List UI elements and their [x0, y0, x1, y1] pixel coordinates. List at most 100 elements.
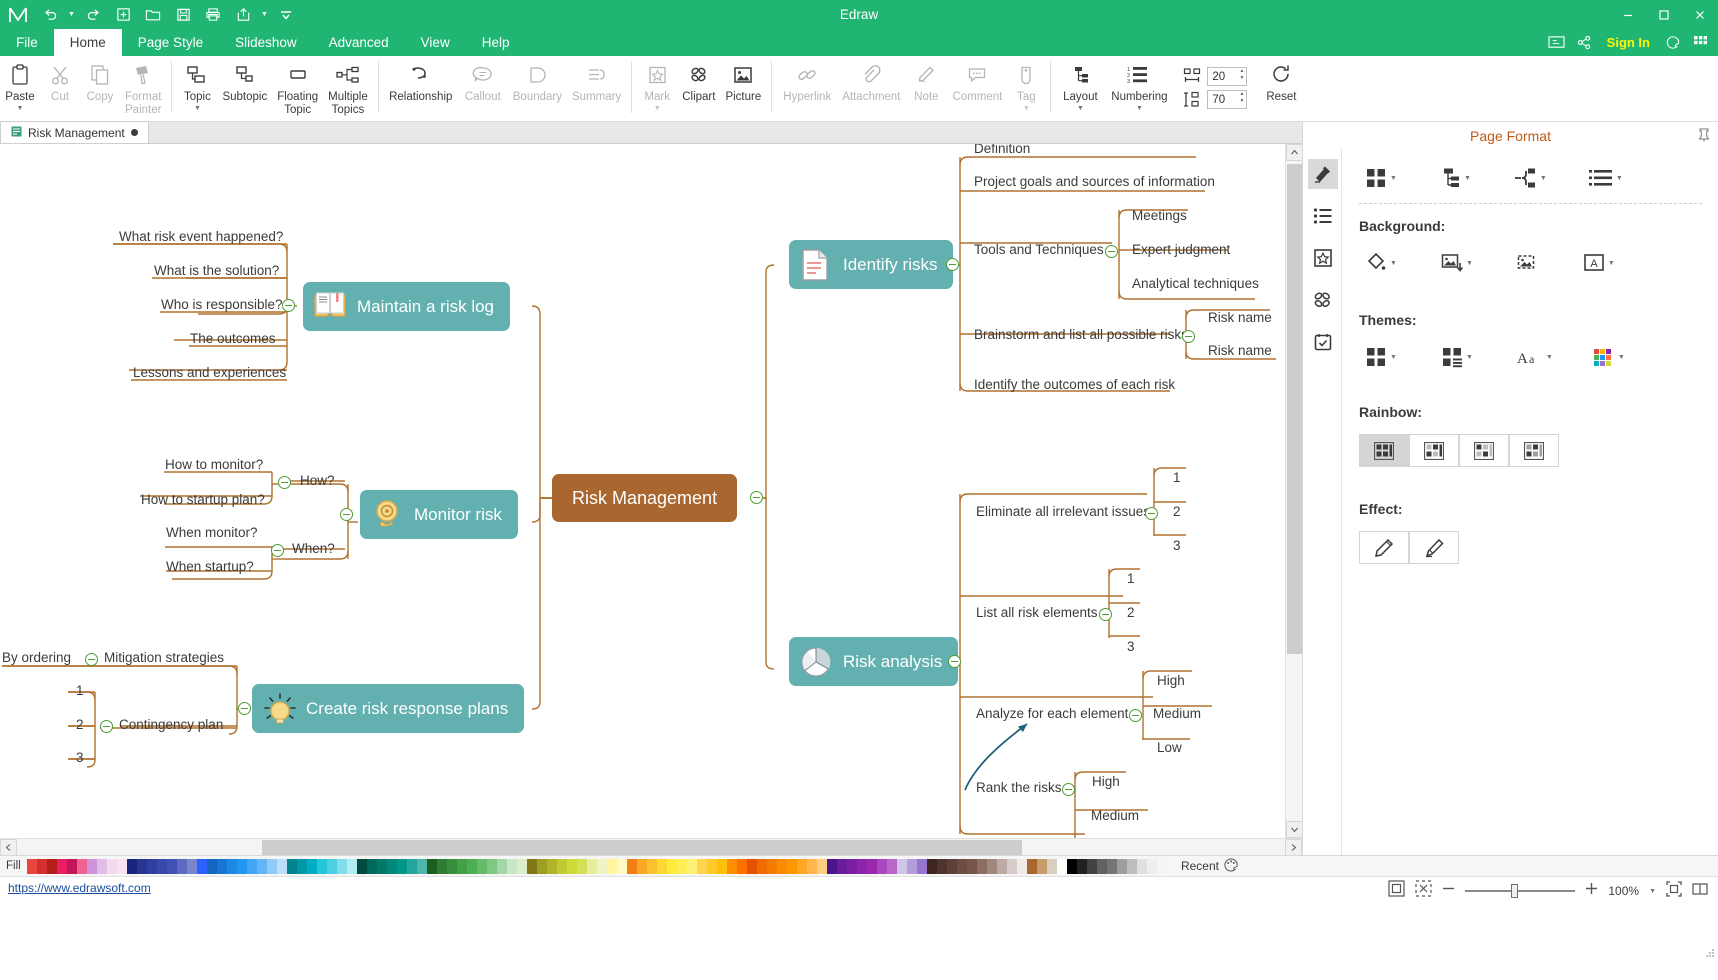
mindmap-leaf[interactable]: When startup? — [166, 559, 254, 574]
mindmap-leaf[interactable]: How? — [300, 473, 335, 488]
chevron-down-icon[interactable]: ▼ — [1618, 354, 1625, 361]
palette-color-swatch[interactable] — [507, 859, 517, 874]
boundary-button[interactable]: Boundary — [508, 59, 567, 117]
pin-icon[interactable] — [1698, 128, 1710, 145]
collapse-toggle-root-right[interactable] — [750, 491, 763, 504]
horizontal-scroll-thumb[interactable] — [262, 840, 1022, 855]
palette-color-swatch[interactable] — [787, 859, 797, 874]
collapse-toggle-rank-the-risks[interactable] — [1062, 783, 1075, 796]
recent-colors[interactable]: Recent — [1181, 858, 1718, 875]
mindmap-leaf[interactable]: Medium — [1153, 706, 1201, 721]
subtopic-button[interactable]: Subtopic — [217, 59, 272, 117]
mindmap-leaf[interactable]: Analytical techniques — [1132, 276, 1259, 291]
collapse-toggle-mitigation-strategies[interactable] — [85, 653, 98, 666]
palette-color-swatch[interactable] — [87, 859, 97, 874]
scroll-down-icon[interactable] — [1286, 821, 1303, 838]
chevron-down-icon[interactable]: ▼ — [1466, 354, 1473, 361]
mark-caret-icon[interactable]: ▼ — [654, 105, 661, 112]
mindmap-leaf[interactable]: 2 — [1173, 504, 1181, 519]
reset-button[interactable]: Reset — [1257, 59, 1305, 117]
mindmap-leaf[interactable]: Lessons and experiences — [133, 365, 286, 380]
palette-color-swatch[interactable] — [197, 859, 207, 874]
mindmap-leaf[interactable]: 1 — [1173, 470, 1181, 485]
palette-color-swatch[interactable] — [217, 859, 227, 874]
mindmap-leaf[interactable]: High — [1157, 673, 1185, 688]
mindmap-leaf[interactable]: The outcomes — [190, 331, 276, 346]
callout-button[interactable]: Callout — [458, 59, 508, 117]
picture-button[interactable]: Picture — [720, 59, 766, 117]
palette-color-swatch[interactable] — [777, 859, 787, 874]
present-icon[interactable] — [1545, 31, 1569, 55]
vertical-scroll-thumb[interactable] — [1287, 164, 1302, 654]
rail-mark-star-icon[interactable] — [1308, 243, 1338, 273]
copy-button[interactable]: Copy — [80, 59, 120, 117]
palette-color-swatch[interactable] — [1057, 859, 1067, 874]
connector-button[interactable]: ▼ — [1507, 163, 1553, 193]
tag-caret-icon[interactable]: ▼ — [1023, 105, 1030, 112]
zoom-level[interactable]: 100% — [1608, 884, 1639, 898]
palette-color-swatch[interactable] — [457, 859, 467, 874]
chevron-down-icon[interactable]: ▼ — [1464, 175, 1471, 182]
theme-icon[interactable] — [1661, 31, 1685, 55]
menu-item-file[interactable]: File — [0, 29, 54, 56]
share-icon[interactable] — [1572, 31, 1596, 55]
numbering-caret-icon[interactable]: ▼ — [1136, 105, 1143, 112]
palette-color-swatch[interactable] — [877, 859, 887, 874]
mindmap-leaf[interactable]: Expert judgment — [1132, 242, 1230, 257]
palette-color-swatch[interactable] — [477, 859, 487, 874]
minimize-icon[interactable] — [1610, 0, 1646, 29]
relationship-button[interactable]: Relationship — [384, 59, 458, 117]
collapse-toggle-maintain-risk-log[interactable] — [282, 299, 295, 312]
mindmap-leaf[interactable]: By ordering — [2, 650, 71, 665]
share-export-icon[interactable] — [229, 2, 257, 27]
palette-color-swatch[interactable] — [1157, 859, 1167, 874]
collapse-toggle-monitor-risk[interactable] — [340, 508, 353, 521]
palette-color-swatch[interactable] — [847, 859, 857, 874]
palette-color-swatch[interactable] — [27, 859, 37, 874]
palette-color-swatch[interactable] — [797, 859, 807, 874]
focus-icon[interactable] — [1666, 881, 1682, 902]
palette-color-swatch[interactable] — [1017, 859, 1027, 874]
palette-color-swatch[interactable] — [47, 859, 57, 874]
mindmap-leaf[interactable]: Who is responsible? — [161, 297, 283, 312]
palette-color-swatch[interactable] — [137, 859, 147, 874]
mindmap-branch-risk-analysis[interactable]: Risk analysis — [789, 637, 958, 686]
collapse-toggle-contingency-plan[interactable] — [100, 720, 113, 733]
mindmap-leaf[interactable]: 1 — [76, 683, 84, 698]
palette-color-swatch[interactable] — [1047, 859, 1057, 874]
mindmap-leaf[interactable]: How to monitor? — [165, 457, 263, 472]
palette-color-swatch[interactable] — [1037, 859, 1047, 874]
palette-color-swatch[interactable] — [1137, 859, 1147, 874]
palette-color-swatch[interactable] — [767, 859, 777, 874]
rail-task-calendar-icon[interactable] — [1308, 327, 1338, 357]
palette-color-swatch[interactable] — [127, 859, 137, 874]
palette-icon[interactable] — [1224, 858, 1238, 875]
palette-color-swatch[interactable] — [547, 859, 557, 874]
maximize-icon[interactable] — [1646, 0, 1682, 29]
collapse-toggle-list-risk-elements[interactable] — [1099, 608, 1112, 621]
mindmap-leaf[interactable]: 2 — [1127, 605, 1135, 620]
spin-arrows[interactable]: ▲▼ — [1239, 69, 1244, 81]
fit-page-icon[interactable] — [1388, 880, 1405, 902]
palette-color-swatch[interactable] — [277, 859, 287, 874]
topic-button[interactable]: Topic ▼ — [177, 59, 217, 117]
rainbow-option-1[interactable] — [1359, 434, 1409, 467]
mindmap-leaf[interactable]: Identify the outcomes of each risk — [974, 377, 1175, 392]
mindmap-leaf[interactable]: Risk name — [1208, 343, 1272, 358]
mindmap-branch-monitor-risk[interactable]: Monitor risk — [360, 490, 518, 539]
canvas-horizontal-scrollbar[interactable] — [0, 838, 1302, 855]
remove-background-button[interactable] — [1511, 248, 1545, 278]
palette-color-swatch[interactable] — [737, 859, 747, 874]
mindmap-leaf[interactable]: Risk name — [1208, 310, 1272, 325]
theme-font-button[interactable]: Aa ▼ — [1511, 342, 1559, 372]
palette-color-swatch[interactable] — [187, 859, 197, 874]
palette-color-swatch[interactable] — [307, 859, 317, 874]
zoom-slider[interactable] — [1465, 884, 1575, 898]
palette-color-swatch[interactable] — [407, 859, 417, 874]
mindmap-root-node[interactable]: Risk Management — [552, 474, 737, 522]
comment-button[interactable]: Comment — [947, 59, 1007, 117]
spin-arrows[interactable]: ▲▼ — [1239, 92, 1244, 104]
theme-color-button[interactable]: ▼ — [1587, 342, 1631, 372]
resize-grip[interactable] — [1705, 945, 1715, 955]
palette-color-swatch[interactable] — [1007, 859, 1017, 874]
